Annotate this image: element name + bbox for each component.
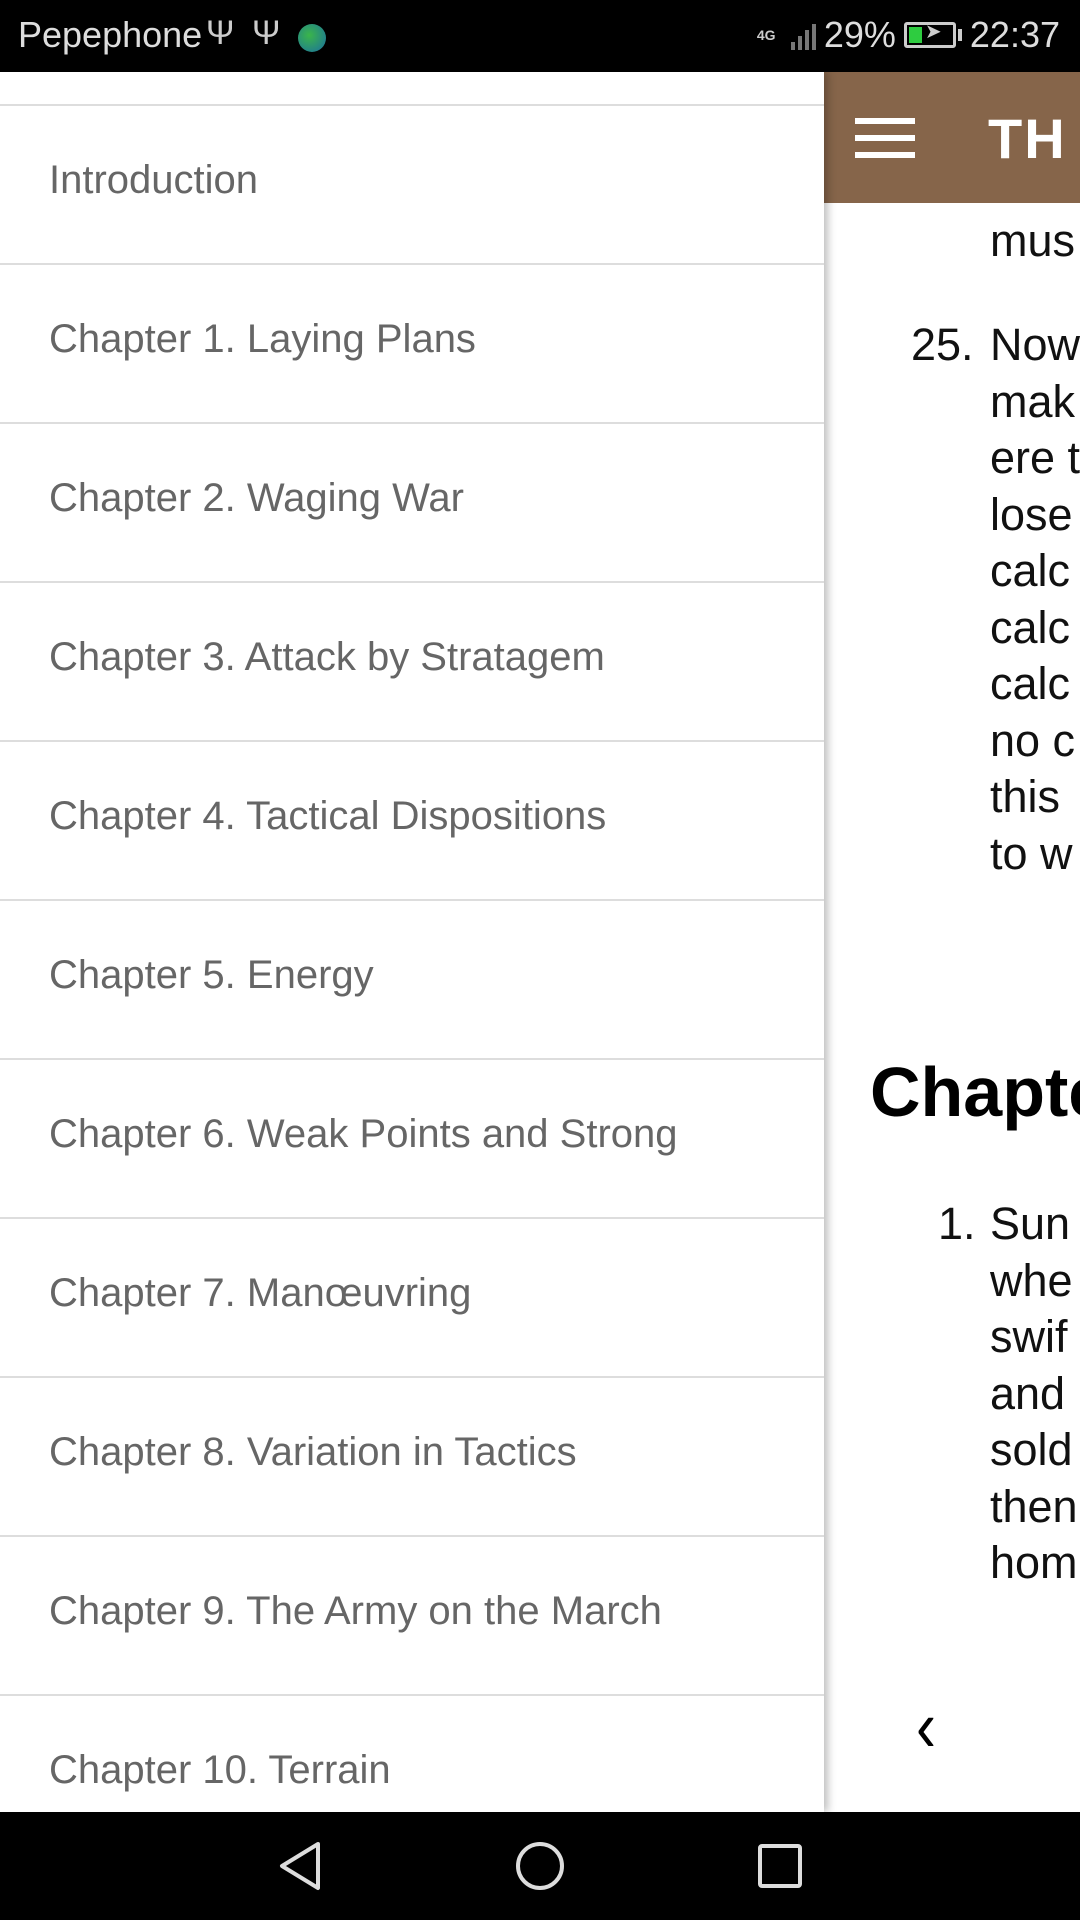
usb-icon: Ψ <box>206 14 235 52</box>
drawer-item[interactable]: Chapter 4. Tactical Dispositions <box>0 740 824 898</box>
chapter-heading: Chapte <box>870 1053 1080 1131</box>
list-number: 1. <box>938 1198 976 1249</box>
paragraph-line: lose <box>990 488 1073 540</box>
drawer-item-label: Chapter 6. Weak Points and Strong <box>49 1112 678 1156</box>
drawer-item-label: Chapter 8. Variation in Tactics <box>49 1430 577 1474</box>
carrier-name: Pepephone <box>18 14 203 55</box>
app-bar: TH <box>824 72 1080 203</box>
paragraph-line: to w <box>990 827 1073 879</box>
drawer-item[interactable]: Chapter 1. Laying Plans <box>0 263 824 421</box>
recents-nav-icon[interactable] <box>754 1840 806 1892</box>
drawer-item[interactable]: Chapter 7. Manœuvring <box>0 1217 824 1375</box>
paragraph-line: calc <box>990 658 1071 709</box>
drawer-item[interactable]: Chapter 8. Variation in Tactics <box>0 1376 824 1534</box>
previous-chapter-chevron-icon[interactable]: ‹ <box>916 1685 936 1768</box>
paragraph-line: swif <box>990 1311 1068 1362</box>
paragraph-line: sold <box>990 1424 1073 1475</box>
paragraph-line: mak <box>990 375 1076 427</box>
paragraph-line: whe <box>990 1254 1073 1306</box>
list-number: 25. <box>911 319 974 370</box>
drawer-item-label: Chapter 5. Energy <box>49 953 374 997</box>
paragraph-line: Sun <box>990 1198 1071 1249</box>
drawer-item-label: Chapter 2. Waging War <box>49 476 464 520</box>
paragraph-line: calc <box>990 601 1071 653</box>
signal-icon <box>790 20 816 50</box>
drawer-item-label: Chapter 4. Tactical Dispositions <box>49 794 607 838</box>
home-nav-icon[interactable] <box>514 1840 566 1892</box>
paragraph-line: ere t <box>990 432 1080 483</box>
paragraph-line: and <box>990 1367 1066 1419</box>
system-nav-bar <box>0 1812 1080 1920</box>
paragraph-line: calc <box>990 545 1071 596</box>
clock: 22:37 <box>969 14 1060 55</box>
drawer-item-label: Chapter 1. Laying Plans <box>49 317 476 361</box>
paragraph-line: then <box>990 1480 1078 1532</box>
globe-app-icon <box>298 24 326 52</box>
drawer-item-label: Chapter 10. Terrain <box>49 1748 391 1792</box>
battery-percent: 29% <box>823 14 896 55</box>
drawer-item[interactable]: Chapter 2. Waging War <box>0 422 824 580</box>
drawer-item[interactable]: Chapter 3. Attack by Stratagem <box>0 581 824 739</box>
battery-charging-icon: ➤ <box>903 21 956 48</box>
back-nav-icon[interactable] <box>274 1840 326 1892</box>
paragraph-line: this <box>990 771 1061 822</box>
paragraph-text: mus <box>990 215 1076 266</box>
app-title: TH <box>988 107 1067 170</box>
paragraph-line: hom <box>990 1537 1078 1588</box>
drawer-item-label: Chapter 9. The Army on the March <box>49 1589 662 1633</box>
paragraph-line: Now <box>990 319 1080 370</box>
drawer-item-label: Chapter 3. Attack by Stratagem <box>49 635 605 679</box>
drawer-item[interactable]: Introduction <box>0 104 824 262</box>
battery-tip <box>957 29 962 41</box>
paragraph-line: no c <box>990 714 1076 766</box>
drawer-item[interactable]: Chapter 10. Terrain <box>0 1694 824 1812</box>
drawer-item[interactable]: Chapter 6. Weak Points and Strong <box>0 1058 824 1216</box>
navigation-drawer: Introduction Chapter 1. Laying Plans Chapt… <box>0 72 824 1812</box>
usb-icon: Ψ <box>252 14 281 52</box>
status-bar: Pepephone Ψ Ψ 4G 29% ➤ 22:37 <box>0 0 1080 72</box>
drawer-item-label: Introduction <box>49 158 259 202</box>
drawer-item-label: Chapter 7. Manœuvring <box>49 1271 472 1315</box>
drawer-item[interactable]: Chapter 5. Energy <box>0 899 824 1057</box>
network-type: 4G <box>756 27 776 43</box>
menu-icon[interactable] <box>855 118 915 158</box>
drawer-item[interactable]: Chapter 9. The Army on the March <box>0 1535 824 1693</box>
reader-content[interactable]: TH mus 25. Now mak ere t lose calc calc calc no… <box>824 72 1080 1812</box>
